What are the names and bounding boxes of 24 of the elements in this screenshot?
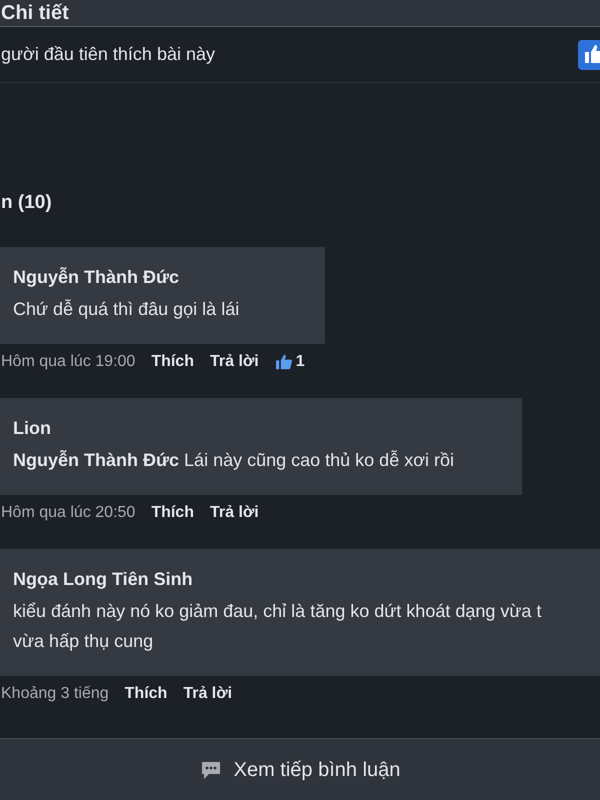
comments-heading: n (10) bbox=[1, 192, 53, 214]
like-prompt: gười đầu tiên thích bài này bbox=[1, 44, 215, 65]
like-link[interactable]: Thích bbox=[151, 504, 194, 522]
like-count: 1 bbox=[296, 353, 305, 371]
comment-time: Khoảng 3 tiếng bbox=[1, 685, 109, 703]
comment-author[interactable]: Ngọa Long Tiên Sinh bbox=[13, 569, 600, 590]
more-comments-button[interactable]: Xem tiếp bình luận bbox=[0, 738, 600, 800]
like-button[interactable] bbox=[578, 40, 600, 70]
reply-link[interactable]: Trả lời bbox=[183, 685, 232, 703]
comment-icon bbox=[200, 759, 222, 781]
comment-time: Hôm qua lúc 20:50 bbox=[1, 504, 136, 522]
header-title: Chi tiết bbox=[1, 2, 69, 24]
comment-time: Hôm qua lúc 19:00 bbox=[1, 353, 136, 371]
like-link[interactable]: Thích bbox=[151, 353, 194, 371]
reply-link[interactable]: Trả lời bbox=[210, 353, 259, 371]
comment-text: Nguyễn Thành Đức Lái này cũng cao thủ ko dễ xơi rồi bbox=[13, 449, 456, 472]
comment-text: kiểu đánh này nó ko giảm đau, chỉ là tăng ko dứt khoát dạng vừa t vừa hấp thụ cung bbox=[13, 600, 542, 653]
reply-link[interactable]: Trả lời bbox=[210, 504, 259, 522]
like-link[interactable]: Thích bbox=[124, 685, 168, 703]
thumbs-up-icon bbox=[584, 44, 600, 64]
comment-text: Chứ dễ quá thì đâu gọi là lái bbox=[13, 298, 240, 321]
comment-author[interactable]: Lion bbox=[13, 418, 497, 439]
comment-author[interactable]: Nguyễn Thành Đức bbox=[13, 267, 300, 288]
thumbs-up-icon bbox=[274, 354, 293, 370]
